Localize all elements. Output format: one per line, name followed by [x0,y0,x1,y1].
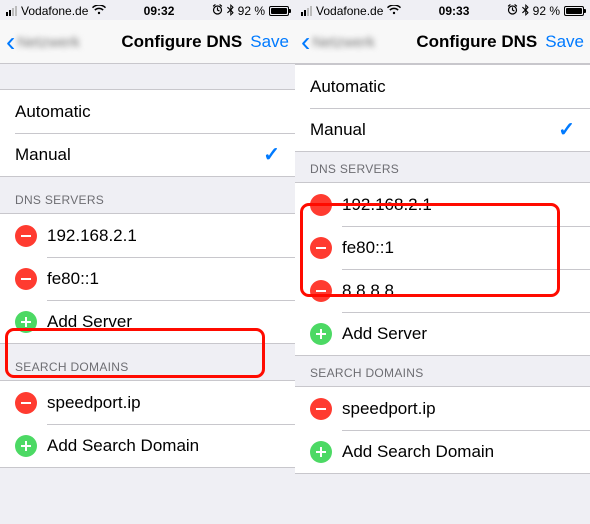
config-mode-group: Automatic Manual ✓ [295,64,590,152]
dns-server-row[interactable]: 8.8.8.8 [295,269,590,312]
add-icon[interactable] [15,435,37,457]
clock: 09:32 [144,4,175,18]
screen-after: Vodafone.de 09:33 92 % ‹ Netzwerk [295,0,590,474]
search-domain-value: speedport.ip [47,393,280,413]
checkmark-icon: ✓ [558,117,575,142]
dns-server-row[interactable]: 192.168.2.1 [295,183,590,226]
add-domain-label: Add Search Domain [342,442,575,462]
config-automatic-row[interactable]: Automatic [295,65,590,108]
delete-icon[interactable] [310,237,332,259]
status-bar: Vodafone.de 09:32 92 % [0,0,295,20]
bluetooth-icon [522,4,529,19]
clock: 09:33 [439,4,470,18]
wifi-icon [387,4,401,18]
config-automatic-label: Automatic [15,102,280,122]
add-icon[interactable] [15,311,37,333]
alarm-icon [507,4,518,18]
dns-servers-header: DNS SERVERS [295,152,590,182]
status-bar: Vodafone.de 09:33 92 % [295,0,590,20]
carrier-label: Vodafone.de [21,4,88,18]
battery-pct: 92 % [533,4,560,18]
config-manual-label: Manual [15,145,263,165]
back-label: Netzwerk [17,34,113,50]
battery-icon [269,6,289,16]
dns-servers-group: DNS SERVERS 192.168.2.1 fe80::1 Add Serv… [0,177,295,344]
delete-icon[interactable] [310,398,332,420]
dns-server-row[interactable]: fe80::1 [0,257,295,300]
back-button[interactable]: ‹ Netzwerk [6,28,113,56]
page-title: Configure DNS [416,32,537,52]
delete-icon[interactable] [15,268,37,290]
add-server-label: Add Server [342,324,575,344]
save-button[interactable]: Save [250,32,289,52]
config-manual-label: Manual [310,120,558,140]
dns-server-value: fe80::1 [342,238,575,258]
dns-server-row[interactable]: fe80::1 [295,226,590,269]
screen-before: Vodafone.de 09:32 92 % ‹ Netzwerk [0,0,295,474]
config-manual-row[interactable]: Manual ✓ [295,108,590,151]
add-domain-row[interactable]: Add Search Domain [295,430,590,473]
page-title: Configure DNS [121,32,242,52]
chevron-left-icon: ‹ [301,28,310,56]
add-server-row[interactable]: Add Server [0,300,295,343]
add-domain-label: Add Search Domain [47,436,280,456]
nav-bar: ‹ Netzwerk Configure DNS Save [0,20,295,64]
battery-pct: 92 % [238,4,265,18]
search-domains-group: SEARCH DOMAINS speedport.ip Add Search D… [0,344,295,468]
signal-icon [6,6,17,16]
delete-icon[interactable] [15,392,37,414]
add-domain-row[interactable]: Add Search Domain [0,424,295,467]
config-automatic-label: Automatic [310,77,575,97]
dns-servers-group: DNS SERVERS 192.168.2.1 fe80::1 8.8.8.8 … [295,152,590,356]
battery-icon [564,6,584,16]
add-icon[interactable] [310,441,332,463]
dns-server-row[interactable]: 192.168.2.1 [0,214,295,257]
back-label: Netzwerk [312,34,408,50]
search-domain-row[interactable]: speedport.ip [295,387,590,430]
carrier-label: Vodafone.de [316,4,383,18]
dns-server-value: 8.8.8.8 [342,281,575,301]
add-icon[interactable] [310,323,332,345]
alarm-icon [212,4,223,18]
add-server-label: Add Server [47,312,280,332]
search-domains-group: SEARCH DOMAINS speedport.ip Add Search D… [295,356,590,474]
config-mode-group: Automatic Manual ✓ [0,89,295,177]
checkmark-icon: ✓ [263,142,280,167]
wifi-icon [92,4,106,18]
search-domains-header: SEARCH DOMAINS [0,344,295,380]
dns-servers-header: DNS SERVERS [0,177,295,213]
save-button[interactable]: Save [545,32,584,52]
chevron-left-icon: ‹ [6,28,15,56]
delete-icon[interactable] [310,194,332,216]
dns-server-value: fe80::1 [47,269,280,289]
dns-server-value: 192.168.2.1 [342,195,575,215]
bluetooth-icon [227,4,234,19]
back-button[interactable]: ‹ Netzwerk [301,28,408,56]
dns-server-value: 192.168.2.1 [47,226,280,246]
add-server-row[interactable]: Add Server [295,312,590,355]
nav-bar: ‹ Netzwerk Configure DNS Save [295,20,590,64]
delete-icon[interactable] [15,225,37,247]
search-domain-row[interactable]: speedport.ip [0,381,295,424]
delete-icon[interactable] [310,280,332,302]
search-domain-value: speedport.ip [342,399,575,419]
signal-icon [301,6,312,16]
search-domains-header: SEARCH DOMAINS [295,356,590,386]
config-manual-row[interactable]: Manual ✓ [0,133,295,176]
config-automatic-row[interactable]: Automatic [0,90,295,133]
